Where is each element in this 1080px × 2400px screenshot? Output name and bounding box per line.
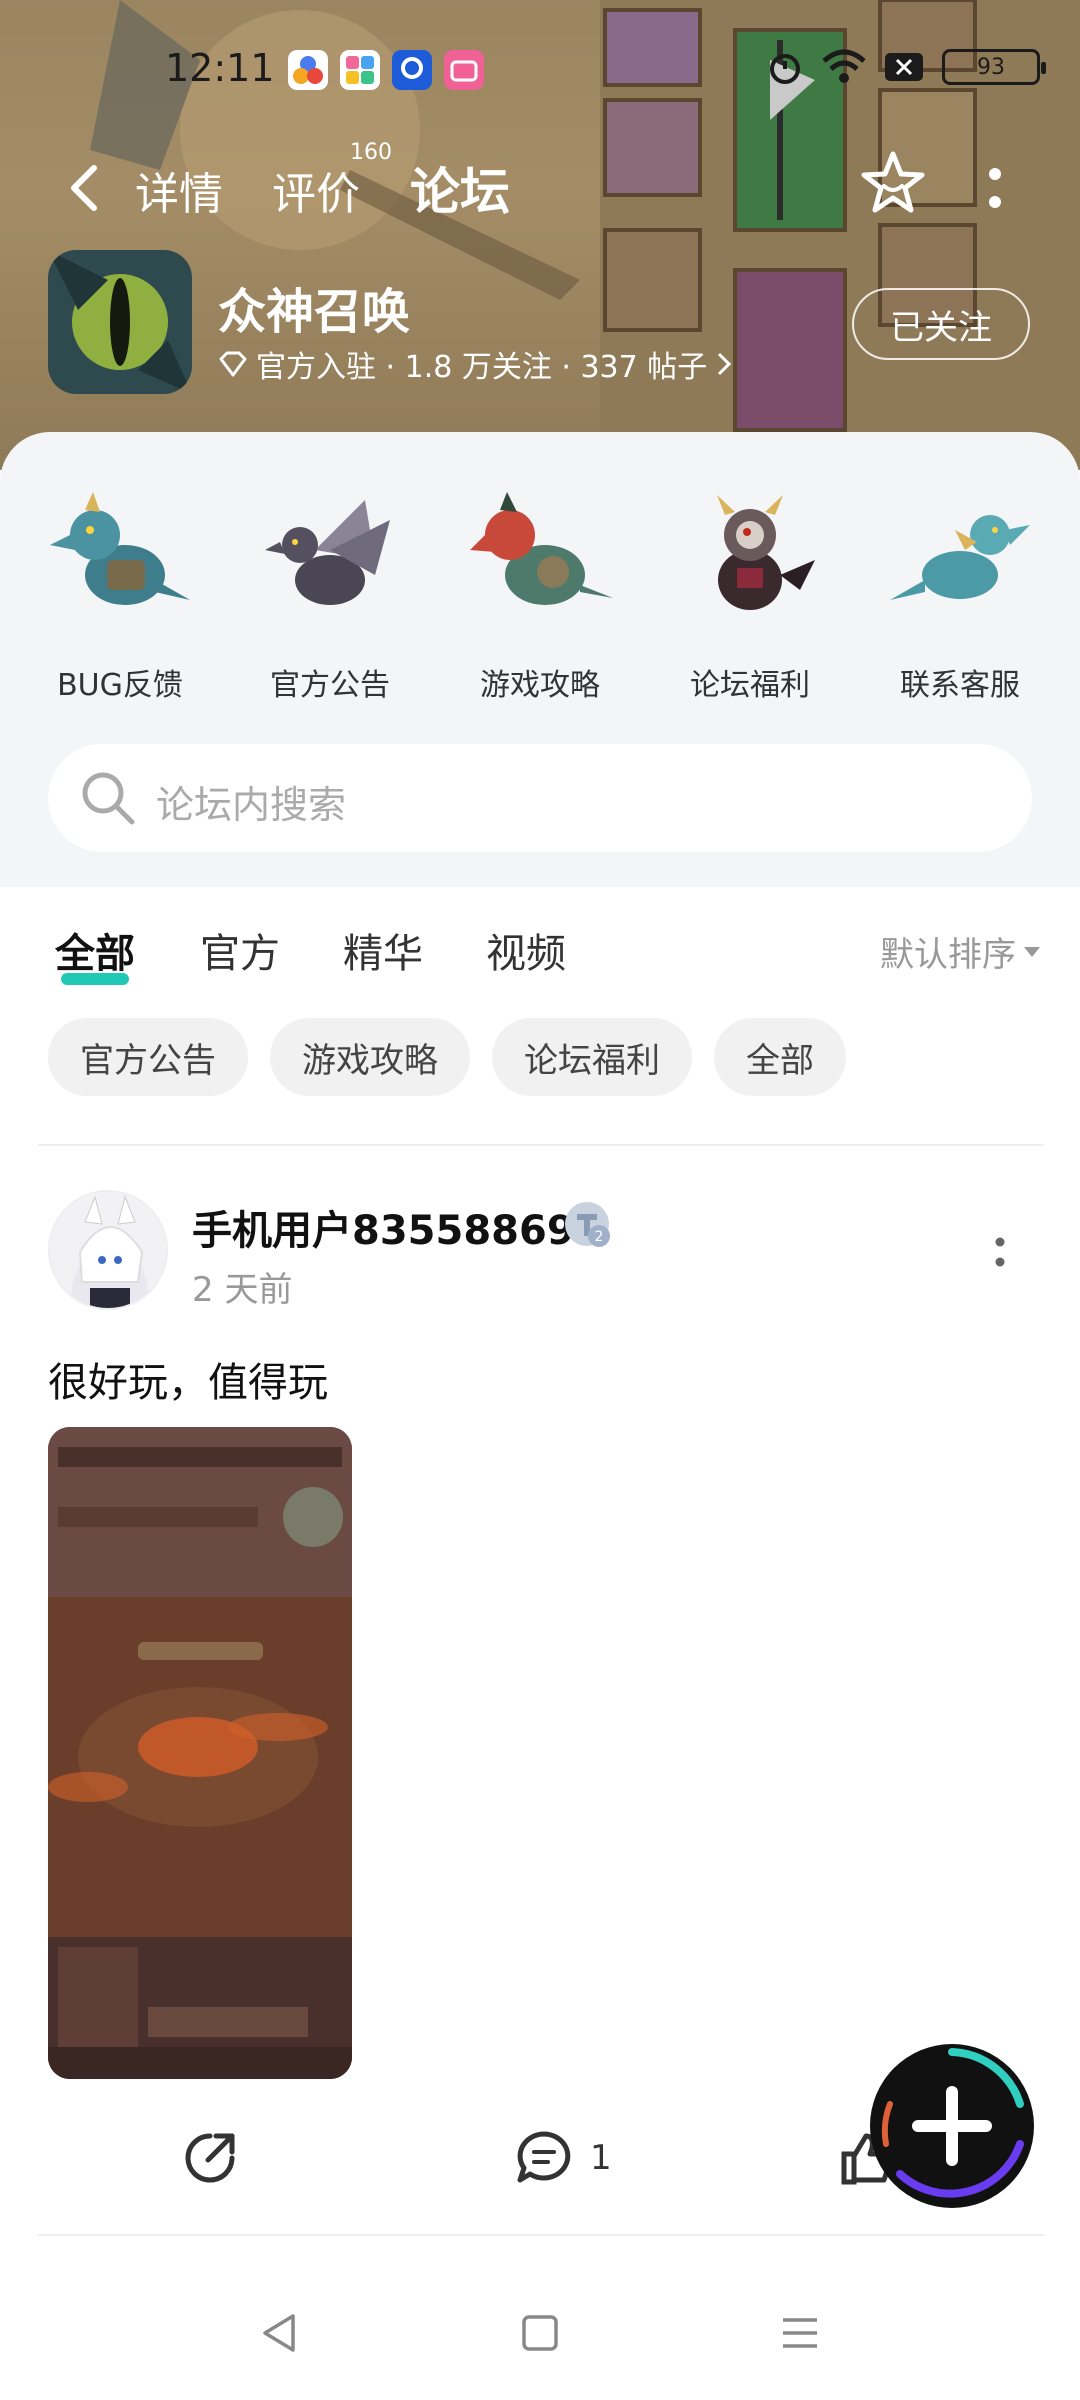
status-time: 12:11 [165,46,275,90]
post-username[interactable]: 手机用户83558869 [192,1198,575,1256]
level-number: 2 [595,1229,604,1245]
chip-all[interactable]: 全部 [714,1018,846,1096]
app-meta-text: 官方入驻 · 1.8 万关注 · 337 帖子 [256,350,708,385]
category-label: 游戏攻略 [480,668,600,703]
battery-indicator: 93 [942,49,1046,85]
category-label: BUG反馈 [57,668,183,703]
category-label: 官方公告 [270,668,390,703]
top-navigation: 详情 评价 160 论坛 [0,140,1080,230]
chip-game-guide[interactable]: 游戏攻略 [270,1018,470,1096]
filter-tab-label: 全部 [55,931,135,977]
tab-forum-label: 论坛 [410,163,510,221]
armored-demon-icon [717,495,815,610]
review-count-badge: 160 [350,140,392,165]
create-post-button[interactable] [870,2044,1034,2208]
filter-tab-featured[interactable]: 精华 [343,921,423,979]
back-arrow-icon[interactable] [60,158,110,218]
chip-forum-benefits[interactable]: 论坛福利 [492,1018,692,1096]
dragon-teal-icon [890,515,1030,600]
divider [38,2234,1044,2236]
notification-app-icon [288,50,328,90]
category-official-notice[interactable]: 官方公告 [235,480,425,704]
share-icon [185,2133,235,2183]
level-badge: 2 [563,1200,613,1250]
topic-chips: 官方公告 游戏攻略 论坛福利 全部 [48,1018,846,1098]
post-screenshot-image[interactable] [48,1427,352,2079]
favorite-star-icon[interactable] [858,148,928,218]
chevron-right-icon [718,352,732,376]
forum-panel: BUG反馈 官方公告 游戏攻略 论坛福利 联系客服 论坛内搜索 [0,432,1080,887]
diamond-icon [219,351,247,377]
app-icon[interactable] [48,250,192,394]
app-meta[interactable]: 官方入驻 · 1.8 万关注 · 337 帖子 [218,342,733,386]
system-home-icon[interactable] [515,2308,565,2358]
app-name: 众神召唤 [218,284,411,340]
dragon-winged-icon [265,500,390,605]
dragon-blue-icon [50,492,190,605]
avatar[interactable] [48,1190,168,1310]
post-time: 2 天前 [192,1270,293,1310]
category-label: 联系客服 [900,668,1020,703]
comment-icon [517,2131,571,2183]
search-icon [82,772,135,825]
tab-forum[interactable]: 论坛 [410,152,510,226]
share-button[interactable] [180,2128,240,2188]
status-bar: 12:11 93 [0,36,1080,100]
battery-level: 93 [977,54,1005,80]
wifi-icon [822,49,866,83]
app-info: 众神召唤 官方入驻 · 1.8 万关注 · 337 帖子 已关注 [0,250,1080,400]
category-customer-service[interactable]: 联系客服 [865,480,1055,704]
notification-app-icon [392,50,432,90]
system-menu-icon[interactable] [775,2308,825,2358]
comment-count: 1 [590,2138,612,2178]
caret-down-icon [1024,946,1040,957]
sort-label: 默认排序 [880,935,1016,975]
system-navigation-bar [0,2268,1080,2400]
alarm-icon [770,54,800,84]
tab-reviews[interactable]: 评价 [272,158,360,222]
system-back-icon[interactable] [255,2308,305,2358]
search-bar[interactable]: 论坛内搜索 [48,744,1032,852]
app-header: 12:11 93 详情 评价 160 论坛 众神召唤 官方入驻 · 1.8 万关… [0,0,1080,470]
post-more-icon[interactable] [992,1234,1008,1270]
filter-tabs: 全部 官方 精华 视频 默认排序 [0,905,1080,995]
filter-tab-all[interactable]: 全部 [55,921,135,985]
more-options-icon[interactable] [980,162,1010,218]
bilibili-icon [444,50,484,90]
sort-dropdown[interactable]: 默认排序 [880,927,1040,976]
category-bug-feedback[interactable]: BUG反馈 [25,480,215,704]
dragon-red-icon [470,492,613,605]
notification-app-icon [340,50,380,90]
category-label: 论坛福利 [690,668,810,703]
post-text: 很好玩，值得玩 [48,1360,328,1406]
chip-official-notice[interactable]: 官方公告 [48,1018,248,1096]
category-game-guide[interactable]: 游戏攻略 [445,480,635,704]
tab-details[interactable]: 详情 [135,158,223,222]
divider [38,1144,1044,1146]
filter-tab-video[interactable]: 视频 [486,921,566,979]
filter-tab-official[interactable]: 官方 [200,921,280,979]
comment-button[interactable]: 1 [514,2128,612,2188]
category-forum-benefits[interactable]: 论坛福利 [655,480,845,704]
sim-icon [885,53,923,81]
follow-button[interactable]: 已关注 [852,288,1030,360]
search-placeholder: 论坛内搜索 [156,783,347,827]
